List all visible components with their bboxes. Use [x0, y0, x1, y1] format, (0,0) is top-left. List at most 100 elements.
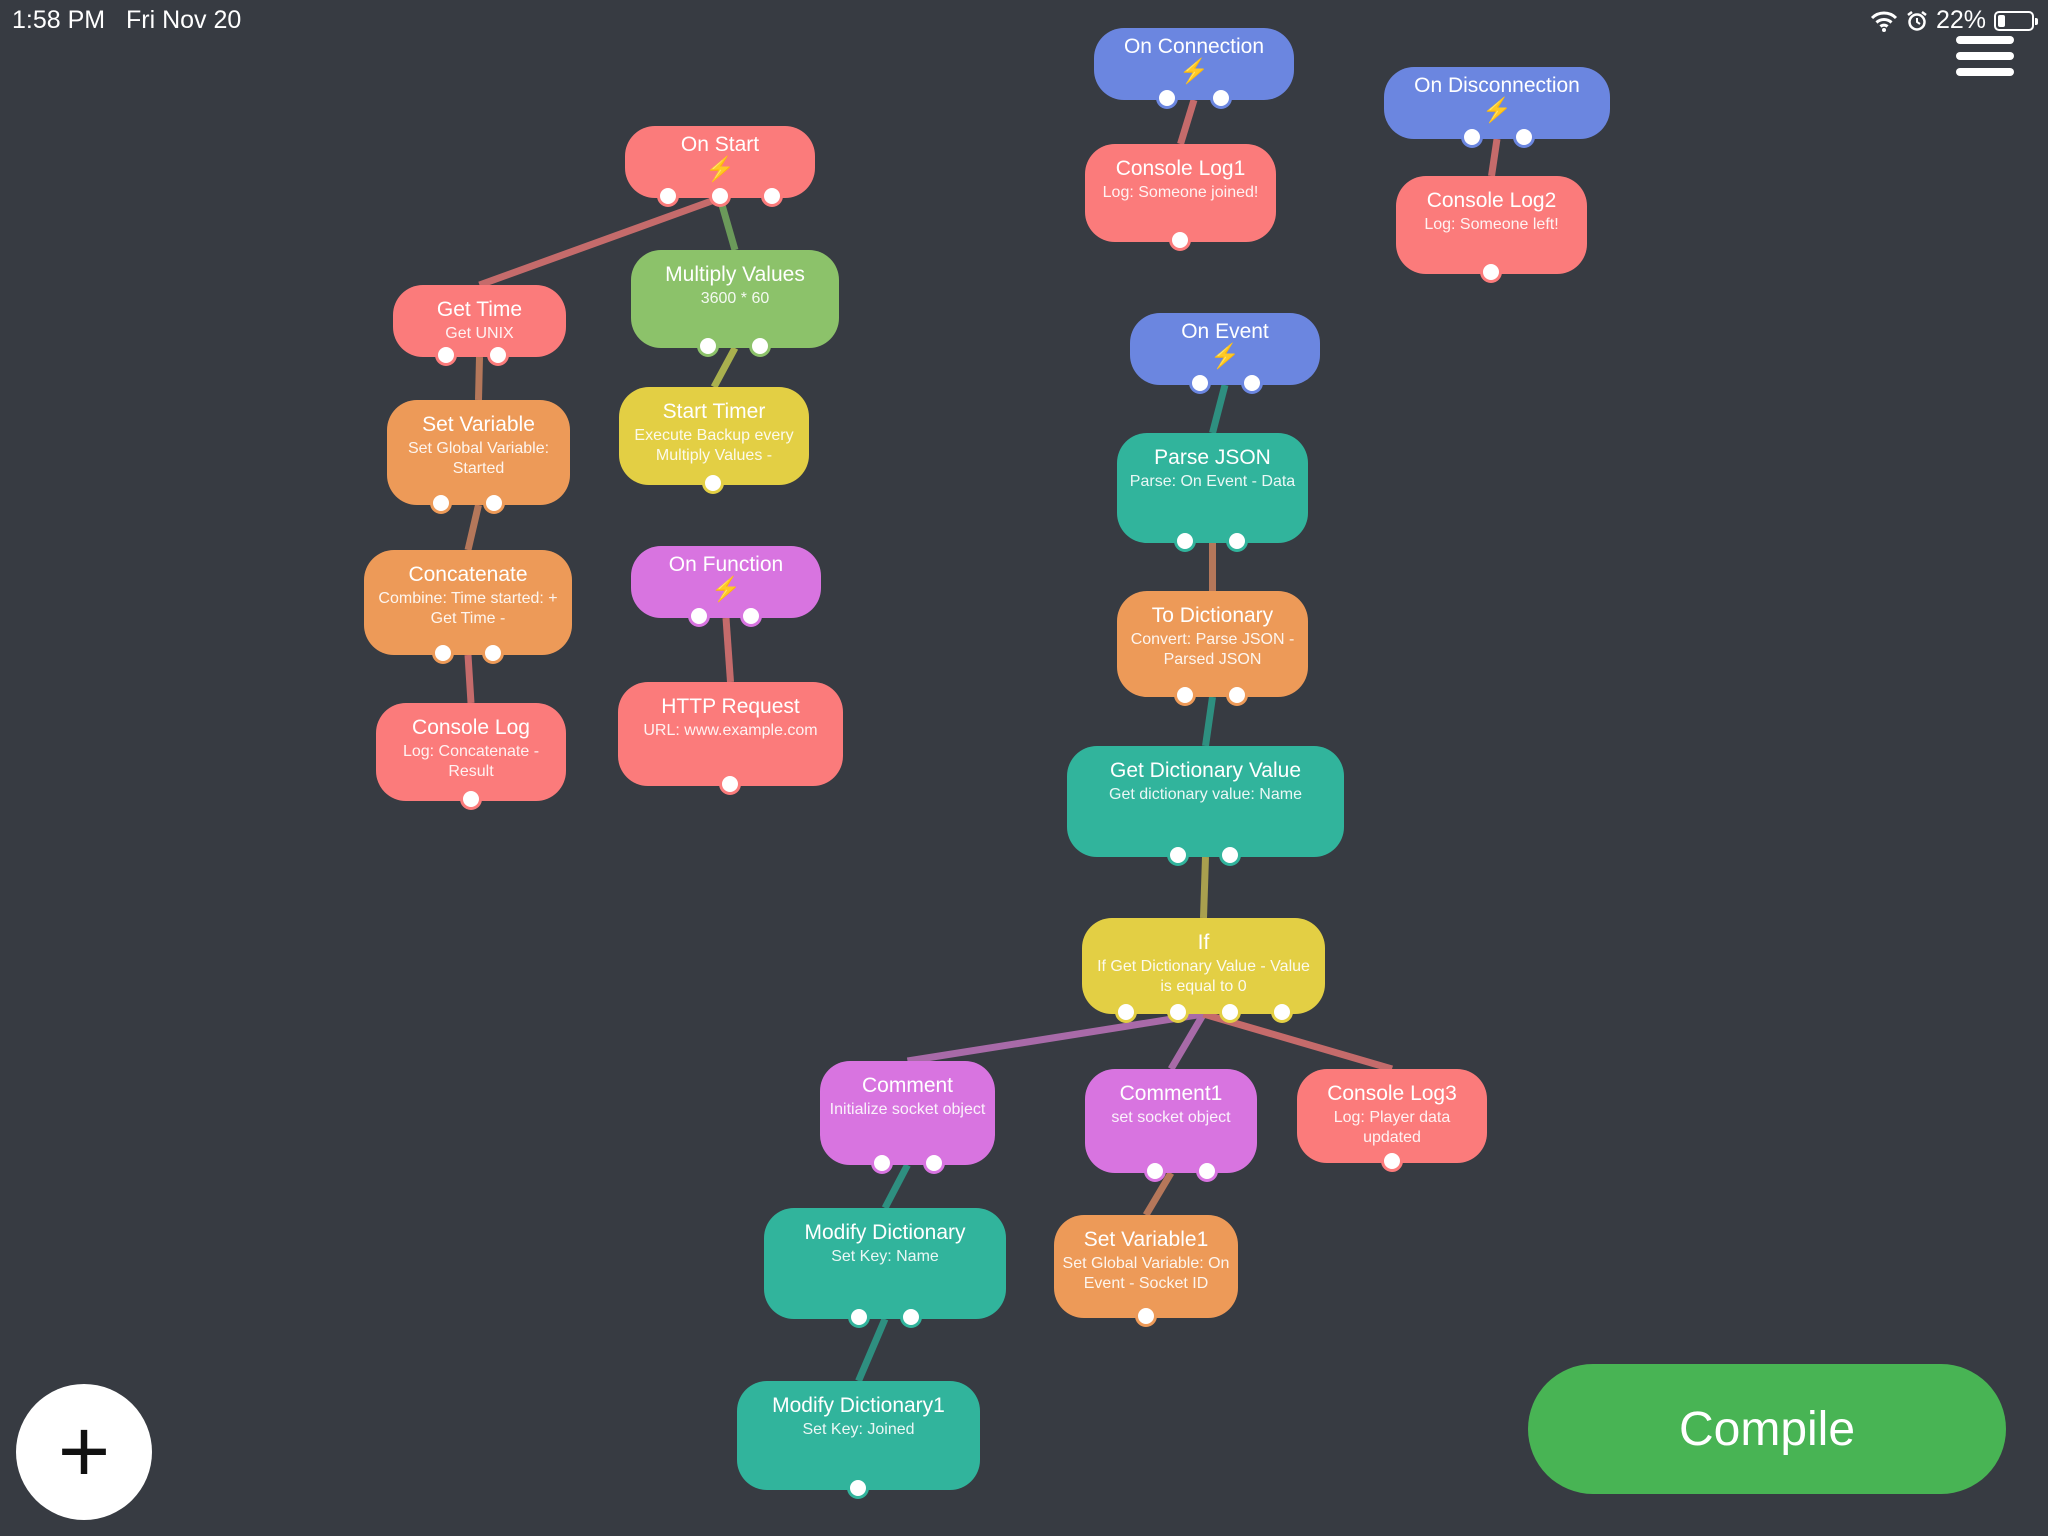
- output-port[interactable]: [487, 344, 509, 366]
- output-port[interactable]: [1381, 1150, 1403, 1172]
- node-modify-dictionary[interactable]: Modify Dictionary Set Key: Name: [764, 1208, 1006, 1328]
- node-subtitle: Log: Someone joined!: [1102, 184, 1259, 201]
- output-port[interactable]: [709, 185, 731, 207]
- output-port[interactable]: [435, 344, 457, 366]
- node-on-event[interactable]: On Event ⚡: [1130, 313, 1320, 394]
- node-title: On Connection: [1123, 35, 1265, 58]
- output-port[interactable]: [1196, 1160, 1218, 1182]
- output-port[interactable]: [1174, 530, 1196, 552]
- node-subtitle: URL: www.example.com: [643, 722, 818, 739]
- node-title: Set Variable1: [1083, 1228, 1209, 1251]
- node-http-request[interactable]: HTTP Request URL: www.example.com: [618, 682, 843, 795]
- output-port[interactable]: [1144, 1160, 1166, 1182]
- lightning-icon: ⚡: [705, 156, 735, 183]
- node-if[interactable]: If If Get Dictionary Value - Value is eq…: [1082, 918, 1325, 1023]
- output-port[interactable]: [740, 605, 762, 627]
- node-parse-json[interactable]: Parse JSON Parse: On Event - Data: [1117, 433, 1308, 552]
- wire-multiply-values-to-start-timer: [710, 346, 739, 389]
- output-port[interactable]: [761, 185, 783, 207]
- node-title: Get Dictionary Value: [1109, 759, 1302, 782]
- output-port[interactable]: [1169, 229, 1191, 251]
- output-port[interactable]: [1513, 126, 1535, 148]
- add-node-button[interactable]: +: [16, 1384, 152, 1520]
- node-subtitle: If Get Dictionary Value - Value is equal…: [1097, 958, 1310, 995]
- node-subtitle: Parse: On Event - Data: [1129, 473, 1296, 490]
- node-console-log[interactable]: Console Log Log: Concatenate - Result: [376, 703, 566, 810]
- output-port[interactable]: [1189, 372, 1211, 394]
- node-on-connection[interactable]: On Connection ⚡: [1094, 28, 1294, 109]
- connection-wires: [464, 98, 1501, 1383]
- output-port[interactable]: [657, 185, 679, 207]
- node-modify-dictionary1[interactable]: Modify Dictionary1 Set Key: Joined: [737, 1381, 980, 1499]
- lightning-icon: ⚡: [711, 576, 741, 603]
- node-to-dictionary[interactable]: To Dictionary Convert: Parse JSON - Pars…: [1117, 591, 1308, 706]
- node-subtitle: Log: Player data updated: [1333, 1109, 1451, 1146]
- node-multiply-values[interactable]: Multiply Values 3600 * 60: [631, 250, 839, 357]
- output-port[interactable]: [1174, 684, 1196, 706]
- node-on-function[interactable]: On Function ⚡: [631, 546, 821, 627]
- output-port[interactable]: [719, 773, 741, 795]
- node-title: Comment1: [1119, 1082, 1223, 1105]
- wire-to-dictionary-to-get-dictionary-value: [1202, 696, 1216, 747]
- output-port[interactable]: [871, 1152, 893, 1174]
- node-set-variable[interactable]: Set Variable Set Global Variable: Starte…: [387, 400, 570, 514]
- node-get-time[interactable]: Get Time Get UNIX: [393, 285, 566, 366]
- node-console-log2[interactable]: Console Log2 Log: Someone left!: [1396, 176, 1587, 283]
- output-port[interactable]: [1226, 684, 1248, 706]
- output-port[interactable]: [749, 335, 771, 357]
- output-port[interactable]: [1241, 372, 1263, 394]
- node-console-log3[interactable]: Console Log3 Log: Player data updated: [1297, 1069, 1487, 1172]
- output-port[interactable]: [1219, 1001, 1241, 1023]
- node-title: On Start: [680, 133, 760, 156]
- node-title: Modify Dictionary1: [772, 1394, 945, 1417]
- output-port[interactable]: [848, 1306, 870, 1328]
- node-subtitle: Set Global Variable: Started: [407, 440, 550, 477]
- compile-button[interactable]: Compile: [1528, 1364, 2006, 1494]
- output-port[interactable]: [923, 1152, 945, 1174]
- node-set-variable1[interactable]: Set Variable1 Set Global Variable: On Ev…: [1054, 1215, 1238, 1327]
- node-on-start[interactable]: On Start ⚡: [625, 126, 815, 207]
- output-port[interactable]: [1167, 844, 1189, 866]
- output-port[interactable]: [900, 1306, 922, 1328]
- output-port[interactable]: [430, 492, 452, 514]
- output-port[interactable]: [1210, 87, 1232, 109]
- node-title: Set Variable: [422, 413, 535, 436]
- node-start-timer[interactable]: Start Timer Execute Backup every Multipl…: [619, 387, 809, 494]
- output-port[interactable]: [1226, 530, 1248, 552]
- output-port[interactable]: [1156, 87, 1178, 109]
- node-title: Console Log2: [1426, 189, 1557, 212]
- node-get-dictionary-value[interactable]: Get Dictionary Value Get dictionary valu…: [1067, 746, 1344, 866]
- node-comment1[interactable]: Comment1 set socket object: [1085, 1069, 1257, 1182]
- output-port[interactable]: [460, 788, 482, 810]
- output-port[interactable]: [1461, 126, 1483, 148]
- node-subtitle: 3600 * 60: [700, 290, 770, 307]
- output-port[interactable]: [482, 642, 504, 664]
- node-console-log1[interactable]: Console Log1 Log: Someone joined!: [1085, 144, 1276, 251]
- output-port[interactable]: [483, 492, 505, 514]
- node-title: Console Log: [412, 716, 530, 739]
- output-port[interactable]: [1219, 844, 1241, 866]
- node-comment[interactable]: Comment Initialize socket object: [820, 1061, 995, 1174]
- plus-icon: +: [57, 1402, 111, 1502]
- output-port[interactable]: [1115, 1001, 1137, 1023]
- node-subtitle: Convert: Parse JSON - Parsed JSON: [1130, 631, 1295, 668]
- lightning-icon: ⚡: [1210, 343, 1240, 370]
- node-on-disconnection[interactable]: On Disconnection ⚡: [1384, 67, 1610, 148]
- output-port[interactable]: [1271, 1001, 1293, 1023]
- output-port[interactable]: [847, 1477, 869, 1499]
- node-subtitle: Log: Concatenate - Result: [402, 743, 540, 780]
- node-title: Concatenate: [408, 563, 528, 586]
- wire-set-variable-to-concatenate: [464, 504, 482, 551]
- wire-concatenate-to-console-log: [464, 654, 475, 704]
- output-port[interactable]: [1480, 261, 1502, 283]
- output-port[interactable]: [1167, 1001, 1189, 1023]
- output-port[interactable]: [688, 605, 710, 627]
- output-port[interactable]: [702, 472, 724, 494]
- node-title: Console Log3: [1327, 1082, 1457, 1105]
- output-port[interactable]: [1135, 1305, 1157, 1327]
- wire-modify-dictionary-to-modify-dictionary1: [855, 1317, 889, 1383]
- output-port[interactable]: [432, 642, 454, 664]
- node-concatenate[interactable]: Concatenate Combine: Time started: + Get…: [364, 550, 572, 664]
- node-title: HTTP Request: [661, 695, 800, 718]
- output-port[interactable]: [697, 335, 719, 357]
